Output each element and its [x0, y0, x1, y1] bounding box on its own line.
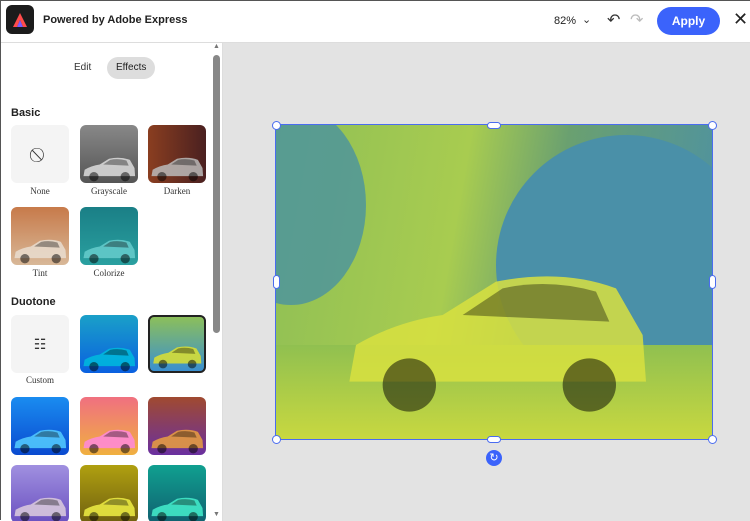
duotone-custom[interactable]: ☷ — [11, 315, 69, 373]
car-thumbnail — [148, 139, 206, 183]
effect-label: None — [30, 186, 50, 196]
duotone-preset[interactable] — [148, 465, 206, 521]
effect-darken[interactable] — [148, 125, 206, 183]
car-thumbnail — [80, 411, 138, 455]
duotone-preset[interactable] — [148, 397, 206, 455]
car-thumbnail — [80, 139, 138, 183]
car-thumbnail — [80, 221, 138, 265]
redo-icon[interactable]: ↷ — [630, 10, 643, 30]
car-thumbnail — [148, 411, 206, 455]
resize-handle-top[interactable] — [487, 122, 501, 129]
tab-edit[interactable]: Edit — [65, 57, 100, 79]
resize-handle-top-left[interactable] — [272, 121, 281, 130]
chevron-down-icon[interactable]: ⌄ — [582, 13, 591, 26]
duotone-preset[interactable] — [80, 315, 138, 373]
effect-label: Grayscale — [91, 186, 127, 196]
scroll-up-arrow[interactable]: ▲ — [213, 43, 220, 50]
car-thumbnail — [11, 411, 69, 455]
car-thumbnail — [150, 329, 204, 373]
basic-heading: Basic — [11, 107, 41, 119]
adobe-express-logo — [6, 5, 34, 34]
car-thumbnail — [80, 479, 138, 521]
effect-none[interactable]: ⃠ — [11, 125, 69, 183]
effect-label: Colorize — [93, 268, 125, 278]
resize-handle-bottom-left[interactable] — [272, 435, 281, 444]
canvas-area: ↻ — [223, 43, 750, 521]
scroll-down-arrow[interactable]: ▼ — [213, 511, 220, 518]
effect-label: Darken — [163, 186, 191, 196]
close-icon[interactable]: ✕ — [733, 9, 748, 30]
app-title: Powered by Adobe Express — [43, 14, 188, 26]
duotone-preset[interactable] — [11, 397, 69, 455]
effect-colorize[interactable] — [80, 207, 138, 265]
car-thumbnail — [11, 221, 69, 265]
resize-handle-bottom-right[interactable] — [708, 435, 717, 444]
undo-icon[interactable]: ↶ — [607, 10, 620, 30]
tab-effects[interactable]: Effects — [107, 57, 156, 79]
effect-label: Tint — [32, 268, 48, 278]
sliders-icon: ☷ — [33, 335, 47, 352]
resize-handle-bottom[interactable] — [487, 436, 501, 443]
duotone-preset[interactable] — [80, 397, 138, 455]
duotone-preset[interactable] — [11, 465, 69, 521]
car-thumbnail — [80, 329, 138, 373]
scrollbar-thumb[interactable] — [213, 55, 220, 333]
duotone-preset-selected[interactable] — [148, 315, 206, 373]
duotone-heading: Duotone — [11, 296, 56, 308]
car-thumbnail — [148, 479, 206, 521]
header: Powered by Adobe Express 82% ⌄ ↶ ↷ Apply… — [1, 1, 750, 43]
effects-panel: Edit Effects Basic ⃠ None Grayscale Dark… — [1, 43, 223, 521]
rotate-icon[interactable]: ↻ — [486, 450, 502, 466]
effect-grayscale[interactable] — [80, 125, 138, 183]
zoom-level[interactable]: 82% — [554, 15, 576, 27]
resize-handle-right[interactable] — [709, 275, 716, 289]
resize-handle-left[interactable] — [273, 275, 280, 289]
edited-image[interactable] — [275, 124, 713, 440]
resize-handle-top-right[interactable] — [708, 121, 717, 130]
car-image — [316, 235, 676, 435]
car-thumbnail — [11, 479, 69, 521]
apply-button[interactable]: Apply — [657, 7, 720, 35]
effect-label: Custom — [25, 375, 54, 385]
effect-tint[interactable] — [11, 207, 69, 265]
duotone-preset[interactable] — [80, 465, 138, 521]
